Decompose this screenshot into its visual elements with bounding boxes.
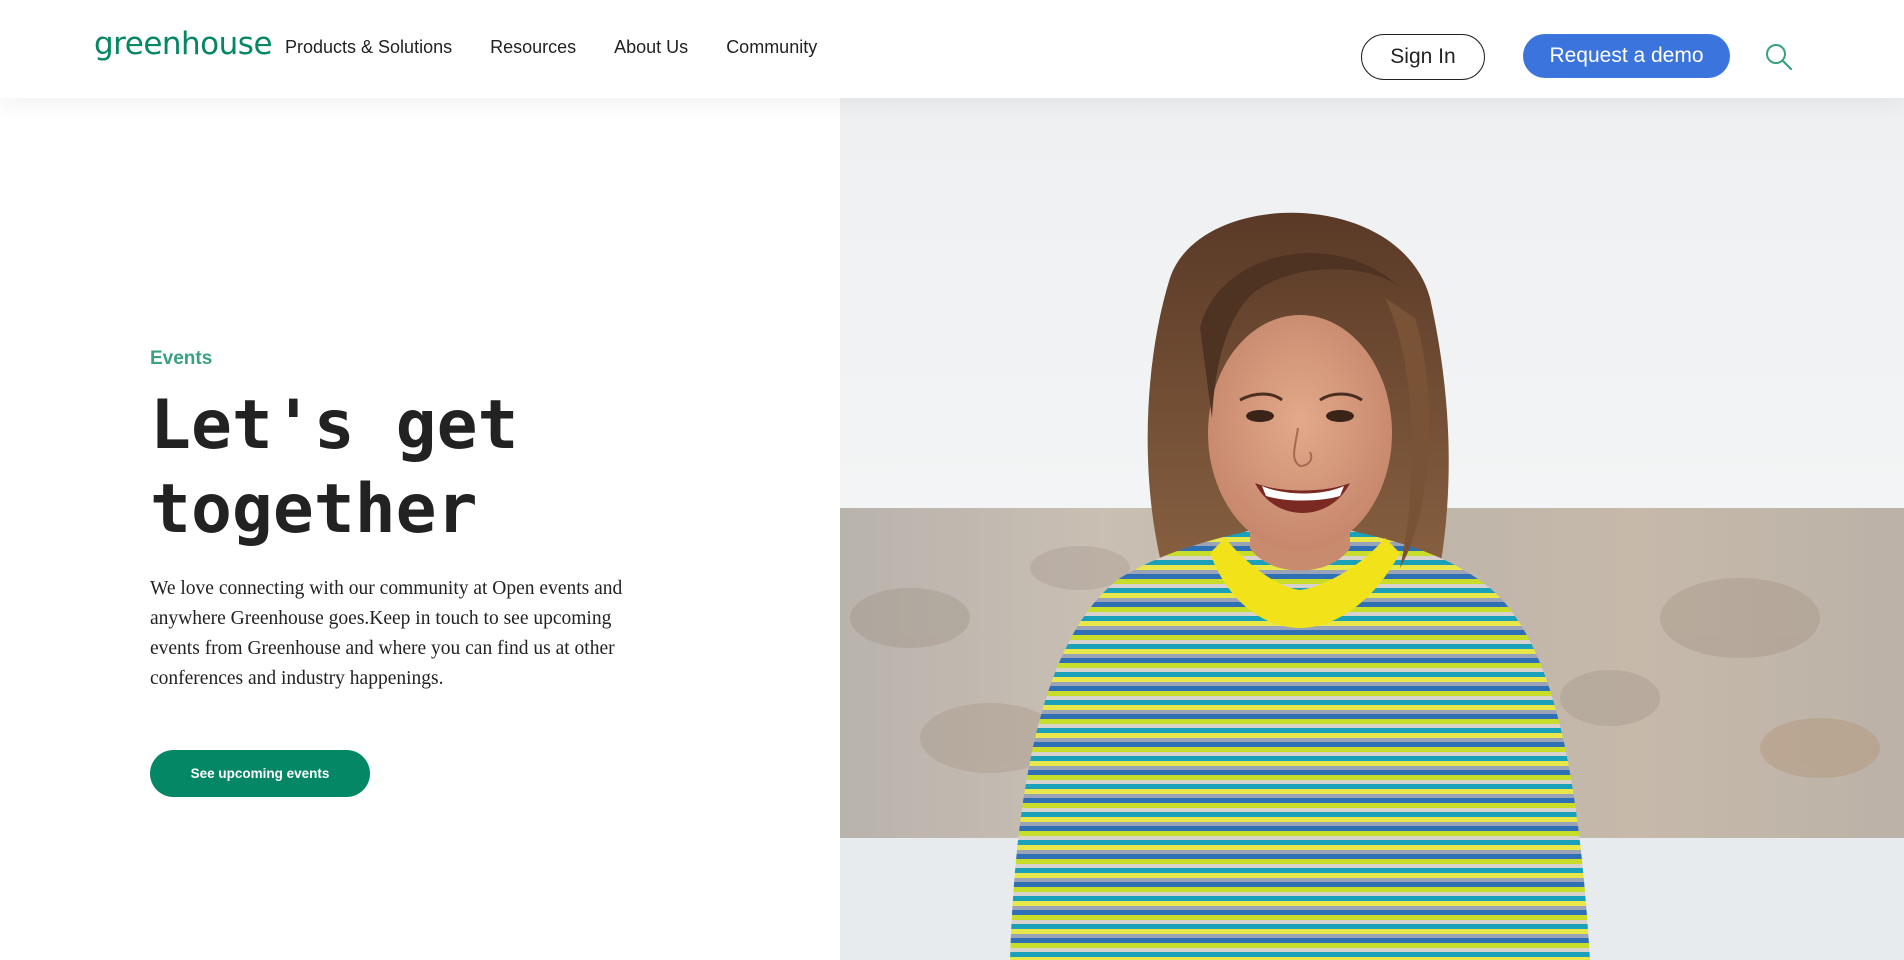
smiling-woman-image — [840, 98, 1904, 960]
request-demo-button[interactable]: Request a demo — [1523, 34, 1730, 78]
page-title: Let's get together — [150, 386, 519, 549]
hero-description: We love connecting with our community at… — [150, 578, 623, 689]
nav-item-products-solutions[interactable]: Products & Solutions — [285, 37, 452, 58]
search-button[interactable] — [1764, 42, 1794, 72]
nav-item-resources[interactable]: Resources — [490, 37, 576, 58]
search-icon — [1766, 44, 1793, 71]
section-eyebrow: Events — [150, 348, 213, 369]
main-nav: Products & Solutions Resources About Us … — [285, 37, 817, 58]
nav-item-community[interactable]: Community — [726, 37, 817, 58]
site-header: greenhouse Products & Solutions Resource… — [0, 0, 1904, 98]
greenhouse-logo[interactable]: greenhouse — [94, 26, 273, 62]
sign-in-button[interactable]: Sign In — [1361, 34, 1485, 80]
see-upcoming-events-button[interactable]: See upcoming events — [150, 750, 370, 797]
nav-item-about-us[interactable]: About Us — [614, 37, 688, 58]
hero-photo — [840, 98, 1904, 960]
